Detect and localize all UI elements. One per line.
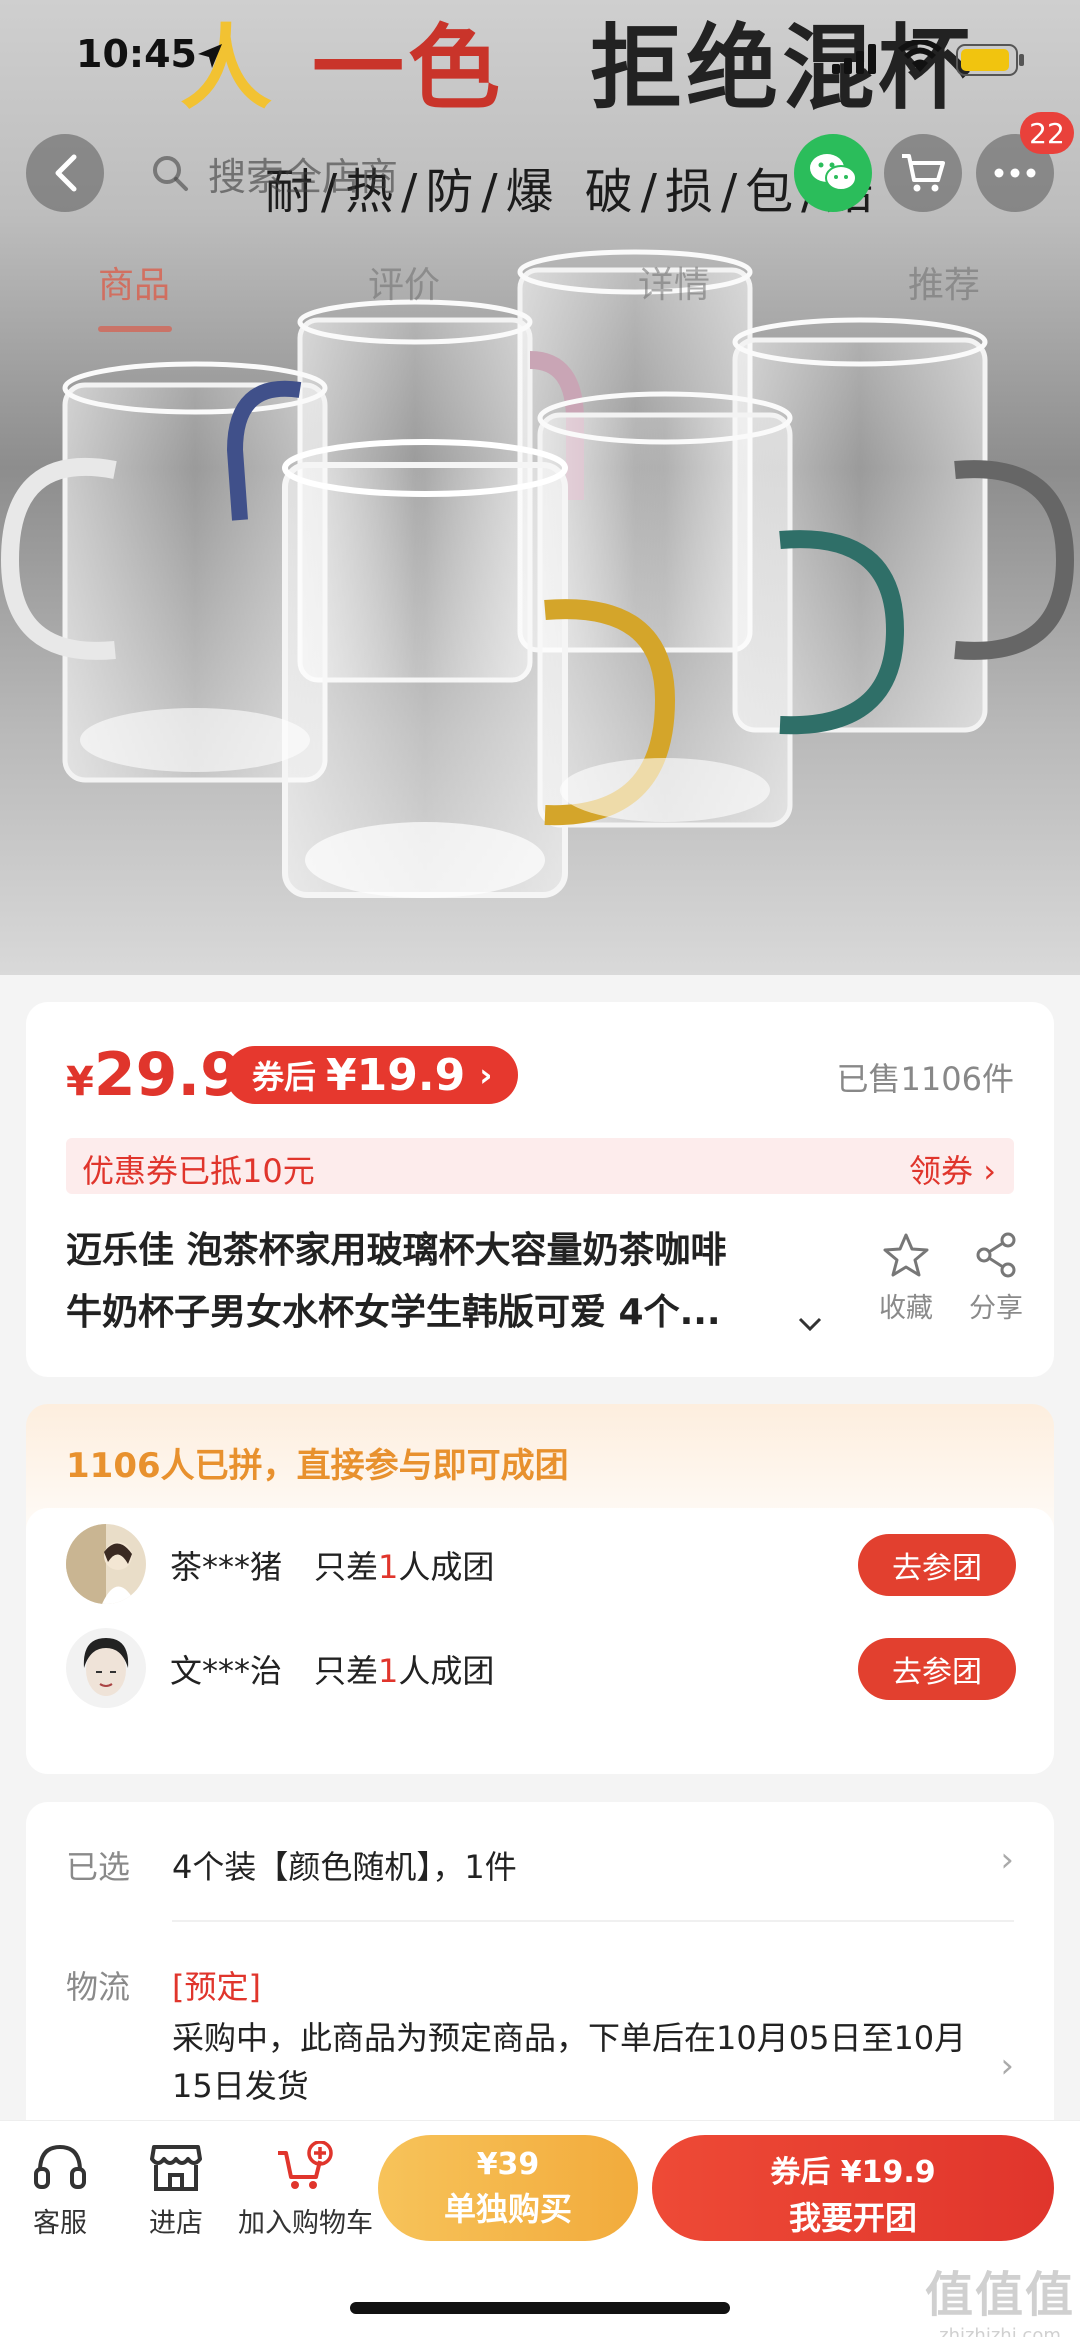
customer-service-label: 客服 — [33, 2208, 87, 2239]
location-arrow-icon — [198, 44, 222, 68]
back-icon — [55, 154, 77, 192]
logistics-label: 物流 — [66, 1968, 131, 2006]
coupon-price-value: ¥19.9 — [326, 1049, 466, 1101]
start-group-price: 券后 ¥19.9 — [770, 2155, 936, 2190]
coupon-note: 优惠券已抵10元 — [82, 1152, 315, 1190]
cell-signal-icon — [832, 44, 876, 74]
price-value: 29.9 — [93, 1040, 242, 1110]
add-to-cart-button[interactable]: 加入购物车 — [238, 2140, 373, 2240]
watermark-url: zhizhizhi.com — [939, 2325, 1061, 2337]
price: ¥29.9 — [66, 1040, 242, 1110]
start-group-button[interactable]: 券后 ¥19.9 我要开团 — [652, 2135, 1054, 2241]
group-need-count: 1 — [378, 1652, 399, 1690]
buy-alone-button[interactable]: ¥39 单独购买 — [378, 2135, 638, 2241]
divider — [172, 1920, 1014, 1922]
chevron-right-icon: › — [479, 1056, 493, 1094]
group-need-text: 只差1人成团 — [314, 1542, 494, 1588]
claim-coupon-label: 领券 — [909, 1152, 974, 1190]
group-leader-name: 茶***猪 — [170, 1548, 283, 1586]
notification-badge: 22 — [1020, 112, 1074, 154]
add-to-cart-label: 加入购物车 — [238, 2208, 373, 2239]
search-bar[interactable]: 搜索全店商 — [150, 140, 810, 206]
home-indicator[interactable] — [350, 2302, 730, 2314]
preorder-tag: [预定] — [172, 1968, 261, 2006]
avatar — [66, 1628, 146, 1708]
search-placeholder: 搜索全店商 — [208, 154, 399, 199]
tab-product[interactable]: 商品 — [98, 256, 170, 308]
tab-reviews[interactable]: 评价 — [368, 256, 440, 308]
group-buy-card: 1106人已拼，直接参与即可成团 茶***猪 只差1人成团 去参团 文***治 … — [26, 1404, 1054, 1774]
star-icon — [883, 1233, 929, 1277]
chevron-down-icon[interactable] — [796, 1314, 824, 1334]
start-group-label: 我要开团 — [788, 2199, 917, 2237]
tab-details[interactable]: 详情 — [638, 256, 710, 308]
tab-active-indicator — [98, 326, 172, 332]
site-watermark: 值值值 zhizhizhi.com — [925, 2255, 1075, 2337]
product-title: 迈乐佳 泡茶杯家用玻璃杯大容量奶茶咖啡 牛奶杯子男女水杯女学生韩版可爱 4个..… — [66, 1220, 846, 1344]
status-bar: 10:45 — [0, 0, 1080, 110]
product-title-line1: 迈乐佳 泡茶杯家用玻璃杯大容量奶茶咖啡 — [66, 1230, 727, 1271]
claim-coupon-link[interactable]: 领券 › — [909, 1146, 996, 1192]
group-buy-list: 茶***猪 只差1人成团 去参团 文***治 只差1人成团 去参团 — [26, 1508, 1054, 1774]
shipping-info: 采购中，此商品为预定商品，下单后在10月05日至10月15日发货 — [172, 2019, 967, 2105]
headset-icon — [34, 2144, 86, 2189]
group-buy-header: 1106人已拼，直接参与即可成团 — [66, 1446, 569, 1486]
chevron-right-icon: › — [1000, 1840, 1014, 1880]
watermark-logo: 值值值 — [925, 2267, 1076, 2323]
selected-value: 4个装【颜色随机】，1件 — [172, 1848, 517, 1886]
group-row: 茶***猪 只差1人成团 去参团 — [26, 1514, 1054, 1614]
cart-icon — [902, 154, 945, 192]
store-label: 进店 — [149, 2208, 203, 2239]
search-icon — [153, 156, 188, 191]
group-row: 文***治 只差1人成团 去参团 — [26, 1618, 1054, 1718]
back-button[interactable] — [26, 134, 104, 212]
tab-recommend[interactable]: 推荐 — [908, 256, 980, 308]
share-icon — [976, 1232, 1016, 1278]
status-time: 10:45 — [76, 32, 197, 76]
battery-icon — [956, 44, 1024, 76]
group-need-pre: 只差 — [314, 1652, 379, 1690]
more-icon — [994, 168, 1036, 178]
avatar — [66, 1524, 146, 1604]
group-need-post: 人成团 — [398, 1652, 495, 1690]
group-need-pre: 只差 — [314, 1548, 379, 1586]
favorite-label: 收藏 — [879, 1293, 933, 1324]
selected-label: 已选 — [66, 1848, 131, 1886]
share-button[interactable]: 分享 — [956, 1232, 1036, 1325]
buy-alone-price: ¥39 — [476, 2147, 540, 2182]
buy-alone-label: 单独购买 — [443, 2190, 572, 2228]
cart-button[interactable] — [884, 134, 962, 212]
tab-bar: 商品 评价 详情 推荐 — [0, 250, 1080, 332]
favorite-button[interactable]: 收藏 — [866, 1232, 946, 1325]
cart-plus-icon — [278, 2140, 333, 2189]
wechat-button[interactable] — [794, 134, 872, 212]
chevron-right-icon: › — [1000, 2046, 1014, 2086]
store-icon — [150, 2145, 202, 2191]
price-currency: ¥ — [66, 1059, 94, 1105]
join-group-button[interactable]: 去参团 — [858, 1534, 1016, 1596]
coupon-price-label: 券后 — [252, 1058, 317, 1096]
customer-service-button[interactable]: 客服 — [22, 2141, 98, 2240]
wechat-icon — [810, 154, 857, 191]
coupon-price-button[interactable]: 券后 ¥19.9 › — [226, 1046, 519, 1104]
coupon-bar[interactable]: 优惠券已抵10元 领券 › — [66, 1138, 1014, 1194]
share-label: 分享 — [969, 1293, 1023, 1324]
group-need-count: 1 — [378, 1548, 399, 1586]
wifi-icon — [898, 40, 942, 72]
group-leader-name: 文***治 — [170, 1652, 283, 1690]
product-title-line2: 牛奶杯子男女水杯女学生韩版可爱 4个... — [66, 1292, 721, 1333]
sold-count: 已售1106件 — [836, 1060, 1014, 1098]
group-need-text: 只差1人成团 — [314, 1646, 494, 1692]
price-card: ¥29.9 券后 ¥19.9 › 已售1106件 优惠券已抵10元 领券 › 迈… — [26, 1002, 1054, 1377]
group-need-post: 人成团 — [398, 1548, 495, 1586]
join-group-button[interactable]: 去参团 — [858, 1638, 1016, 1700]
store-button[interactable]: 进店 — [138, 2141, 214, 2240]
